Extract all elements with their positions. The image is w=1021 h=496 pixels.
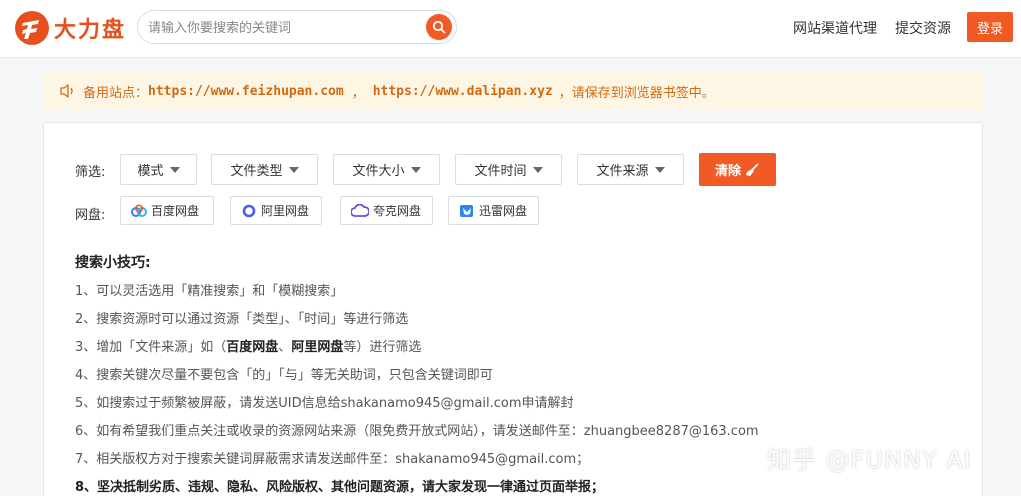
tips-title: 搜索小技巧: [75, 255, 151, 271]
filter-mode[interactable]: 模式 [120, 154, 197, 185]
xunlei-bird-icon [460, 204, 473, 217]
disk-quark[interactable]: 夸克网盘 [340, 196, 433, 225]
baidu-cloud-icon [131, 203, 147, 217]
login-button[interactable]: 登录 [967, 12, 1013, 42]
logo-text: 大力盘 [54, 18, 127, 43]
filter-file-type-label: 文件类型 [230, 164, 283, 179]
logo-icon [15, 11, 49, 45]
nav-channel-agent[interactable]: 网站渠道代理 [793, 18, 877, 38]
tip-2: 2、搜索资源时可以通过资源「类型」、「时间」等进行筛选 [75, 312, 409, 327]
disk-label: 网盘: [75, 208, 106, 223]
filter-label: 筛选: [75, 165, 106, 180]
disk-baidu-label: 百度网盘 [151, 204, 200, 218]
speaker-icon [60, 84, 73, 98]
filter-file-type[interactable]: 文件类型 [211, 154, 318, 185]
filter-mode-label: 模式 [137, 164, 164, 179]
disk-baidu[interactable]: 百度网盘 [120, 196, 214, 225]
disk-aliyun-label: 阿里网盘 [261, 204, 310, 218]
filter-file-time-label: 文件时间 [474, 164, 527, 179]
disk-quark-label: 夸克网盘 [373, 204, 422, 218]
filter-file-size-label: 文件大小 [352, 164, 405, 179]
search-icon [432, 20, 446, 34]
tip-3-suffix: 等）进行筛选 [343, 340, 422, 355]
caret-down-icon [169, 166, 180, 173]
zhihu-watermark: 知乎 @FUNNY AI [767, 446, 972, 474]
quark-cloud-icon [351, 203, 369, 217]
nav-submit-resource[interactable]: 提交资源 [895, 18, 951, 38]
backup-url-1[interactable]: https://www.feizhupan.com [148, 84, 344, 99]
filter-file-time[interactable]: 文件时间 [455, 154, 562, 185]
caret-down-icon [532, 166, 543, 173]
tip-3-prefix: 3、增加「文件来源」如（ [75, 340, 227, 355]
notice-prefix: 备用站点： [83, 85, 149, 101]
clear-button-label: 清除 [714, 164, 741, 179]
site-logo[interactable]: 大力盘 [14, 10, 126, 46]
tip-5: 5、如搜索过于频繁被屏蔽，请发送UID信息给shakanamo945@gmail… [75, 396, 574, 411]
aliyun-drive-icon [242, 204, 256, 217]
disk-xunlei-label: 迅雷网盘 [479, 204, 528, 218]
search-box [137, 10, 457, 44]
tip-3-separator: 、 [278, 340, 292, 355]
filter-file-source[interactable]: 文件来源 [577, 154, 684, 185]
caret-down-icon [410, 166, 421, 173]
broom-icon [746, 162, 759, 176]
tip-3-bold-baidu: 百度网盘 [226, 340, 279, 355]
notice-separator: ， [351, 85, 365, 101]
clear-button[interactable]: 清除 [699, 153, 776, 186]
filter-file-source-label: 文件来源 [596, 164, 649, 179]
backup-site-notice: 备用站点： https://www.feizhupan.com ， https:… [43, 72, 983, 110]
tip-1: 1、可以灵活选用「精准搜索」和「模糊搜索」 [75, 284, 344, 299]
tip-4: 4、搜索关键次尽量不要包含「的」「与」等无关助词，只包含关键词即可 [75, 368, 493, 383]
tip-3: 3、增加「文件来源」如（百度网盘、阿里网盘等）进行筛选 [75, 336, 421, 355]
notice-suffix: ，请保存到浏览器书签中。 [558, 85, 715, 101]
tip-3-bold-aliyun: 阿里网盘 [291, 340, 344, 355]
caret-down-icon [288, 166, 299, 173]
disk-aliyun[interactable]: 阿里网盘 [230, 196, 322, 225]
backup-url-2[interactable]: https://www.dalipan.xyz [373, 84, 553, 99]
caret-down-icon [654, 166, 665, 173]
tip-7: 7、相关版权方对于搜索关键词屏蔽需求请发送邮件至：shakanamo945@gm… [75, 452, 590, 467]
top-header: 大力盘 网站渠道代理 提交资源 登录 [0, 0, 1021, 58]
disk-xunlei[interactable]: 迅雷网盘 [448, 196, 539, 225]
search-button[interactable] [426, 14, 452, 40]
tip-6: 6、如有希望我们重点关注或收录的资源网站来源（限免费开放式网站），请发送邮件至：… [75, 424, 759, 439]
search-input[interactable] [148, 17, 418, 39]
tip-8: 8、坚决抵制劣质、违规、隐私、风险版权、其他问题资源，请大家发现一律通过页面举报… [75, 480, 605, 495]
filter-file-size[interactable]: 文件大小 [333, 154, 440, 185]
